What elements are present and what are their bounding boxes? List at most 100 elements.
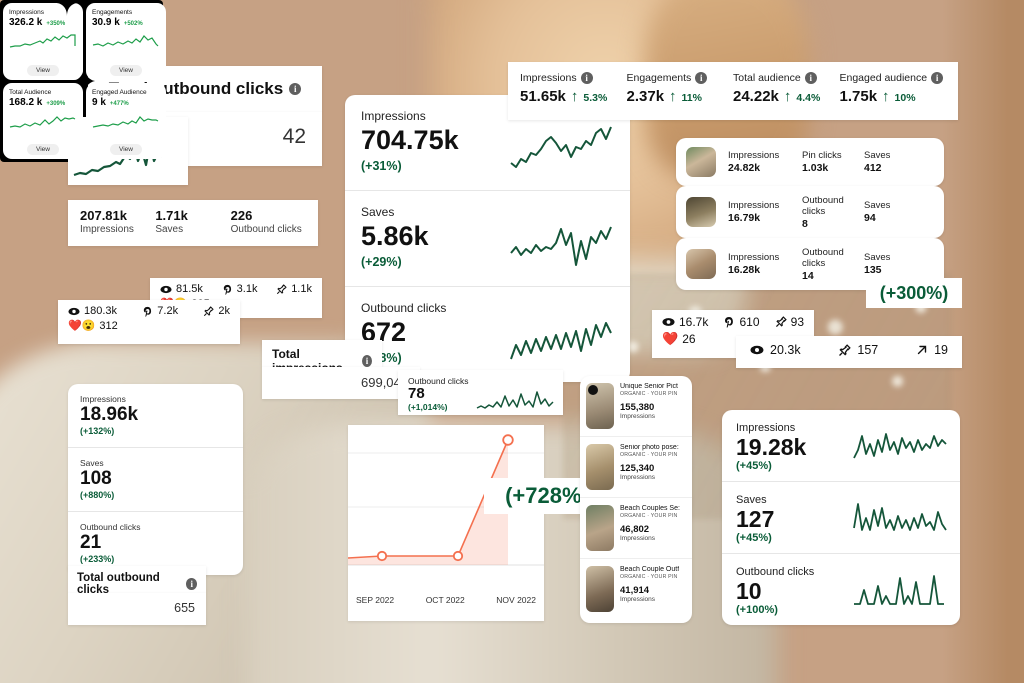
- pin-performance-row[interactable]: Impressions 24.82k Pin clicks 1.03k Saves 4…: [676, 138, 944, 186]
- summary-value: 1.71k: [155, 208, 188, 223]
- pin-thumbnail: [586, 444, 614, 490]
- metric-block-impressions: Impressions 19.28k (+45%): [722, 410, 960, 481]
- x-tick-label: SEP 2022: [356, 595, 395, 605]
- pin-impressions-value: 155,380: [620, 402, 655, 413]
- quadrant-value: 30.9 k: [92, 17, 120, 28]
- info-icon[interactable]: i: [931, 72, 944, 84]
- pin-metric: Impressions 16.79k: [728, 200, 802, 224]
- metric-label: Outbound clicks: [408, 376, 469, 386]
- eye-icon: [160, 285, 172, 293]
- saves-metric: 7.2k: [142, 305, 178, 317]
- outbound-clicks-line-chart-card: SEP 2022 OCT 2022 NOV 2022: [347, 425, 544, 621]
- info-icon[interactable]: i: [289, 82, 302, 95]
- clicks-metric: 1.1k: [276, 283, 312, 295]
- clicks-value: 1.1k: [291, 283, 312, 295]
- star-decoration-icon: [56, 0, 78, 16]
- view-button[interactable]: View: [110, 144, 142, 155]
- pin-performance-row[interactable]: Impressions 16.79k Outbound clicks 8 Saves…: [676, 186, 944, 238]
- sparkline-chart: [9, 34, 76, 48]
- pin-metric: Pin clicks 1.03k: [802, 150, 864, 174]
- quadrant-value: 326.2 k: [9, 17, 43, 28]
- kpi-label: Impressions: [520, 72, 577, 84]
- metric-label: Saves: [80, 458, 104, 468]
- list-item[interactable]: Beach Couple Outf ORGANIC · YOUR PIN 41,…: [580, 559, 692, 620]
- kpi-value: 24.22k: [733, 88, 779, 105]
- info-icon[interactable]: i: [804, 72, 817, 84]
- reaction-card-d: 20.3k 157 19: [736, 336, 962, 368]
- metric-block-saves: Saves 108 (+880%): [68, 448, 243, 511]
- clicks-value: 157: [857, 343, 879, 357]
- summary-label: Impressions: [80, 224, 134, 235]
- view-button[interactable]: View: [110, 64, 142, 76]
- pin-metric-value: 16.79k: [728, 212, 761, 224]
- kpi-label: Engagements: [626, 72, 692, 84]
- pin-metric-value: 135: [864, 264, 882, 276]
- x-tick-label: OCT 2022: [425, 595, 465, 605]
- right-metrics-stack: Impressions 19.28k (+45%) Saves 127 (+45…: [722, 410, 960, 625]
- quadrant-delta: +350%: [46, 21, 66, 27]
- clicks-metric: 157: [838, 343, 878, 357]
- sparkline-chart: [510, 226, 612, 266]
- chart-point: [452, 550, 464, 562]
- trend-up-icon: ↑: [783, 88, 792, 105]
- metric-block-saves: Saves 5.86k (+29%): [345, 191, 630, 286]
- pin-metric-label: Impressions: [620, 596, 656, 603]
- pin-thumbnail: [686, 147, 716, 177]
- info-icon[interactable]: i: [361, 355, 372, 367]
- metric-value: 108: [80, 468, 112, 489]
- views-value: 16.7k: [679, 315, 709, 329]
- pin-impressions-value: 125,340: [620, 463, 655, 474]
- pin-title: Unique Senior Pict: [620, 383, 678, 390]
- pin-metric-value: 16.28k: [728, 264, 761, 276]
- list-item[interactable]: Senior photo pose: ORGANIC · YOUR PIN 12…: [580, 437, 692, 498]
- chart-point: [376, 550, 388, 562]
- pin-metric: Impressions 16.28k: [728, 252, 802, 276]
- pin-metric-label: Saves: [864, 200, 891, 211]
- total-impressions-card-header: Total impressions i: [262, 340, 382, 375]
- metric-label: Outbound clicks: [361, 301, 447, 315]
- pin-thumbnail: [586, 505, 614, 551]
- sparkline-chart: [92, 115, 159, 128]
- pin-title: Beach Couples Se:: [620, 505, 680, 512]
- metric-delta: (+880%): [80, 489, 115, 500]
- summary-value: 207.81k: [80, 208, 127, 223]
- pin-metric-value: 8: [802, 217, 808, 230]
- pin-metric: Outbound clicks 14: [802, 247, 864, 282]
- pin-metric-value: 14: [802, 269, 814, 282]
- pin-save-icon: [223, 284, 231, 295]
- pin-thumbnail: [686, 249, 716, 279]
- summary-value: 226: [230, 208, 253, 223]
- pin-metric-label: Impressions: [728, 252, 780, 263]
- kpi-total-audience: Total audience i 24.22k ↑ 4.4%: [733, 72, 840, 105]
- reactions-value: 26: [682, 332, 696, 346]
- summary-label: Outbound clicks: [230, 224, 302, 235]
- views-value: 81.5k: [176, 283, 203, 295]
- pin-metric-label: Impressions: [620, 474, 656, 481]
- trend-up-icon: ↑: [882, 88, 890, 105]
- quadrant-delta: +502%: [123, 21, 143, 27]
- list-item[interactable]: Unique Senior Pict ORGANIC · YOUR PIN 15…: [580, 376, 692, 437]
- info-icon[interactable]: i: [695, 72, 708, 84]
- eye-icon: [68, 307, 80, 315]
- chart-x-axis-labels: SEP 2022 OCT 2022 NOV 2022: [348, 595, 544, 605]
- quadrant-delta: +477%: [109, 100, 129, 107]
- clicks-metric: 93: [775, 315, 804, 329]
- view-button[interactable]: View: [27, 64, 59, 76]
- reaction-card-b: 180.3k 7.2k 2k ❤️😮 312: [58, 300, 240, 344]
- info-icon[interactable]: i: [186, 578, 197, 590]
- outbound-value: 19: [934, 343, 948, 357]
- kpi-value: 2.37k: [626, 88, 665, 105]
- clicks-metric: 2k: [203, 305, 230, 317]
- pin-subtitle: ORGANIC · YOUR PIN: [620, 391, 678, 397]
- quadrant-engaged-audience: Engaged Audience 9 k +477% View: [86, 82, 166, 159]
- quadrant-total-audience: Total Audience 168.2 k +309% View: [3, 82, 83, 159]
- sparkline-chart: [510, 322, 612, 360]
- pin-metric-label: Saves: [864, 252, 891, 263]
- info-icon[interactable]: i: [580, 72, 593, 84]
- pin-title: Beach Couple Outf: [620, 566, 680, 573]
- pin-metric-value: 1.03k: [802, 162, 829, 174]
- list-item[interactable]: Beach Couples Se: ORGANIC · YOUR PIN 46,…: [580, 498, 692, 559]
- pin-metric-label: Impressions: [728, 200, 780, 211]
- arrow-up-right-icon: [917, 345, 927, 355]
- view-button[interactable]: View: [27, 144, 59, 155]
